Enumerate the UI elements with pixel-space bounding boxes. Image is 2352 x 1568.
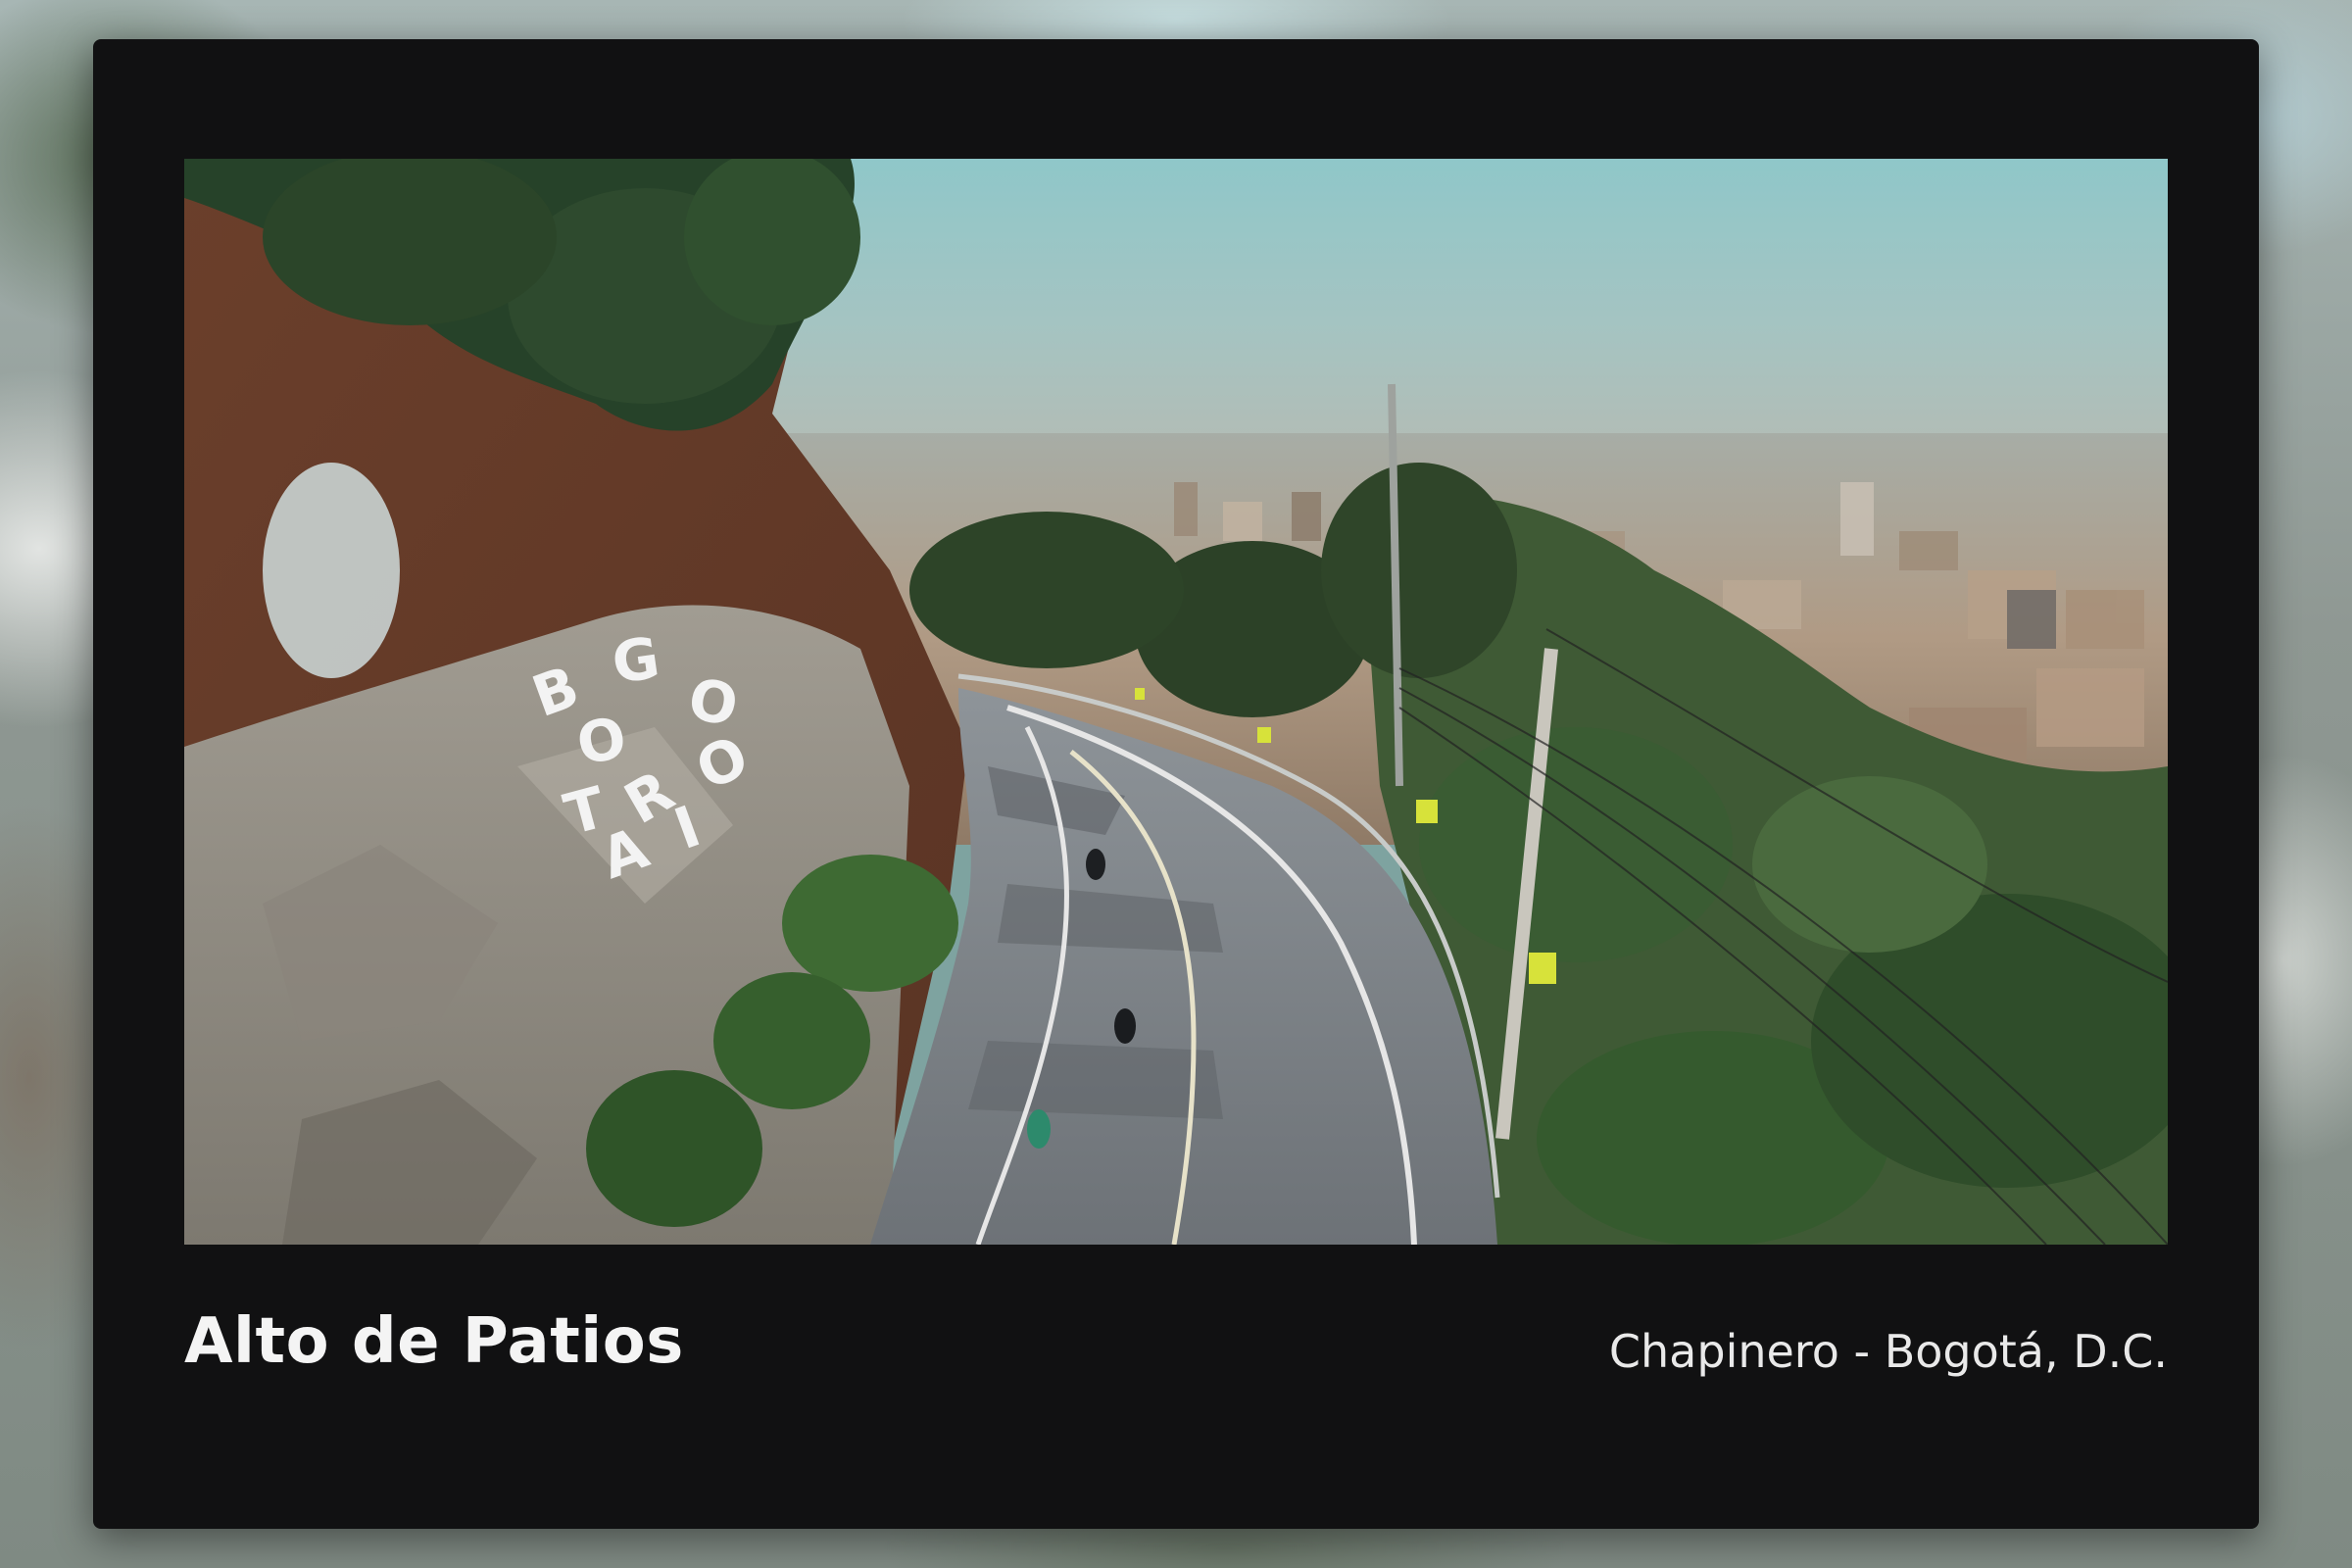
place-location: Chapinero - Bogotá, D.C. [1608, 1325, 2168, 1378]
frosted-shrub [263, 463, 400, 678]
svg-text:G: G [608, 624, 663, 697]
photo-illustration: B G O O T A R I O [184, 159, 2168, 1245]
aerial-road-photo: B G O O T A R I O [184, 159, 2168, 1245]
place-title: Alto de Patios [184, 1305, 684, 1378]
photo-card: B G O O T A R I O Alto de Patios Chapine… [93, 39, 2259, 1529]
